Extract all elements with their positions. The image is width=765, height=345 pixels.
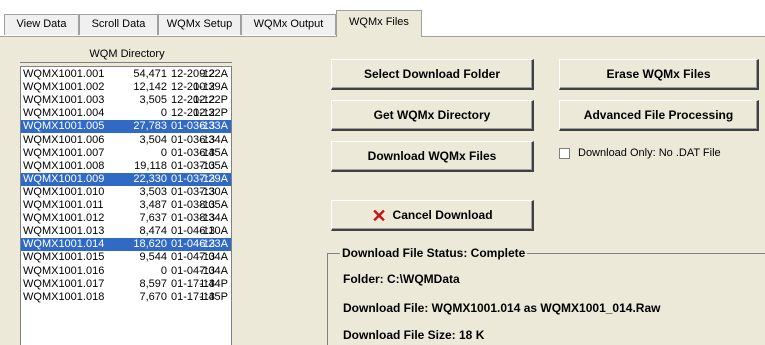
file-time: 8:34A (199, 212, 228, 225)
download-only-label: Download Only: No .DAT File (578, 147, 721, 160)
folder-line: Folder: C:\WQMData (343, 272, 460, 286)
download-only-checkbox[interactable]: Download Only: No .DAT File (559, 147, 721, 163)
file-name: WQMX1001.010 (23, 185, 105, 198)
tab-wqmx-files[interactable]: WQMx Files (336, 10, 422, 37)
list-item[interactable]: WQMX1001.005 27,783 01-03-13 6:33A (21, 120, 231, 134)
list-item[interactable]: WQMX1001.011 3,487 01-03-13 8:05A (21, 199, 231, 212)
file-size: 0 (160, 264, 167, 277)
download-file-line: Download File: WQMX1001.014 as WQMX1001_… (343, 301, 661, 315)
file-name: WQMX1001.007 (23, 146, 105, 159)
file-size: 54,471 (133, 68, 167, 80)
file-time: 7:04A (199, 264, 228, 277)
file-size: 7,637 (139, 212, 167, 225)
list-item[interactable]: WQMX1001.009 22,330 01-03-13 7:29A (21, 172, 231, 186)
list-item[interactable]: WQMX1001.016 0 01-04-13 7:04A (21, 265, 231, 278)
tab-wqmx-setup[interactable]: WQMx Setup (158, 14, 241, 35)
list-item[interactable]: WQMX1001.018 7,670 01-17-13 1:45P (21, 291, 231, 304)
list-item[interactable]: WQMX1001.014 18,620 01-04-13 6:23A (21, 238, 231, 252)
file-time: 12:22P (193, 94, 228, 107)
file-name: WQMX1001.014 (23, 238, 105, 251)
file-time: 7:04A (199, 251, 228, 264)
tab-wqmx-output[interactable]: WQMx Output (241, 14, 336, 35)
file-size: 3,505 (139, 94, 167, 107)
tab-view-data[interactable]: View Data (4, 14, 79, 35)
cancel-download-button[interactable]: ✕ Cancel Download (331, 200, 534, 231)
file-name: WQMX1001.011 (23, 199, 104, 211)
file-time: 1:45P (199, 290, 228, 303)
list-item[interactable]: WQMX1001.001 54,471 12-20-12 9:22A (21, 68, 231, 81)
x-icon: ✕ (371, 205, 387, 226)
file-size: 0 (160, 146, 167, 159)
file-name: WQMX1001.017 (23, 277, 105, 290)
list-item[interactable]: WQMX1001.004 0 12-20-12 12:32P (21, 107, 231, 120)
list-item[interactable]: WQMX1001.003 3,505 12-20-12 12:22P (21, 94, 231, 107)
file-size: 0 (160, 107, 167, 120)
file-size: 8,597 (139, 277, 167, 290)
file-size: 12,142 (133, 81, 167, 94)
file-name: WQMX1001.001 (23, 68, 105, 80)
file-name: WQMX1001.016 (23, 264, 105, 277)
file-time: 7:29A (199, 172, 228, 185)
list-item[interactable]: WQMX1001.010 3,503 01-03-13 7:30A (21, 186, 231, 199)
file-time: 1:44P (199, 277, 228, 290)
file-name: WQMX1001.002 (23, 81, 105, 94)
list-item[interactable]: WQMX1001.012 7,637 01-03-13 8:34A (21, 212, 231, 225)
directory-caption-divider (20, 62, 232, 63)
file-size: 18,620 (133, 238, 167, 251)
list-item[interactable]: WQMX1001.007 0 01-03-13 6:45A (21, 147, 231, 160)
list-item[interactable]: WQMX1001.006 3,504 01-03-13 6:34A (21, 134, 231, 147)
file-name: WQMX1001.004 (23, 107, 105, 120)
get-directory-button[interactable]: Get WQMx Directory (331, 100, 534, 131)
cancel-download-label: Cancel Download (392, 208, 493, 222)
checkbox-box[interactable] (559, 147, 570, 159)
list-item[interactable]: WQMX1001.008 19,118 01-03-13 7:05A (21, 160, 231, 173)
file-name: WQMX1001.018 (23, 290, 105, 303)
select-download-folder-button[interactable]: Select Download Folder (331, 59, 534, 90)
file-name: WQMX1001.008 (23, 159, 105, 172)
file-name: WQMX1001.006 (23, 133, 105, 146)
download-file-size-line: Download File Size: 18 K (343, 328, 485, 342)
file-time: 6:23A (199, 238, 228, 251)
file-name: WQMX1001.005 (23, 120, 105, 133)
file-time: 7:30A (199, 185, 228, 198)
list-item[interactable]: WQMX1001.013 8,474 01-04-13 6:10A (21, 225, 231, 238)
file-time: 10:39A (193, 81, 228, 94)
file-time: 6:33A (199, 120, 228, 133)
file-size: 19,118 (134, 159, 167, 172)
file-time: 9:22A (199, 68, 228, 80)
file-name: WQMX1001.012 (23, 212, 105, 225)
download-status-title: Download File Status: Complete (340, 246, 528, 260)
file-time: 8:05A (199, 199, 228, 211)
file-size: 3,503 (139, 185, 167, 198)
erase-files-button[interactable]: Erase WQMx Files (559, 59, 759, 90)
directory-caption: WQM Directory (89, 48, 165, 60)
file-time: 6:45A (199, 146, 228, 159)
advanced-processing-button[interactable]: Advanced File Processing (559, 100, 759, 131)
tab-scroll-data[interactable]: Scroll Data (79, 14, 158, 35)
list-item[interactable]: WQMX1001.017 8,597 01-17-13 1:44P (21, 278, 231, 291)
file-time: 6:34A (199, 133, 228, 146)
download-files-button[interactable]: Download WQMx Files (331, 141, 534, 172)
list-item[interactable]: WQMX1001.015 9,544 01-04-13 7:04A (21, 251, 231, 264)
file-size: 9,544 (139, 251, 167, 264)
directory-listbox[interactable]: WQMX1001.001 54,471 12-20-12 9:22A WQMX1001.… (20, 66, 232, 345)
file-size: 7,670 (139, 290, 167, 303)
file-name: WQMX1001.003 (23, 94, 105, 107)
file-size: 3,504 (139, 133, 167, 146)
file-name: WQMX1001.013 (23, 225, 105, 238)
file-time: 6:10A (199, 225, 228, 238)
file-time: 12:32P (193, 107, 228, 120)
file-time: 7:05A (199, 159, 228, 172)
file-size: 3,487 (139, 199, 167, 211)
list-item[interactable]: WQMX1001.002 12,142 12-20-12 10:39A (21, 81, 231, 94)
file-size: 22,330 (133, 172, 167, 185)
file-size: 8,474 (139, 225, 167, 238)
file-name: WQMX1001.009 (23, 172, 105, 185)
file-name: WQMX1001.015 (23, 251, 105, 264)
file-size: 27,783 (133, 120, 167, 133)
